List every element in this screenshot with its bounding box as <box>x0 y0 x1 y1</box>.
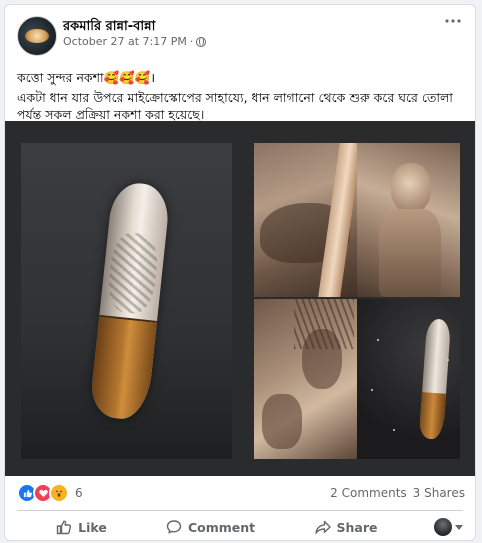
sparkle <box>393 429 395 431</box>
farmer-face <box>391 163 431 213</box>
comment-button[interactable]: Comment <box>146 514 275 540</box>
post-header: রকমারি রান্না-বান্না October 27 at 7:17 … <box>5 5 475 65</box>
collage-harvest[interactable] <box>254 299 357 459</box>
avatar-food-image <box>25 29 49 43</box>
thumbs-up-icon <box>56 519 72 535</box>
reaction-count: 6 <box>75 486 83 500</box>
post-text-line2: একটা ধান যার উপরে মাইক্রোস্কোপের সাহায্য… <box>17 90 453 122</box>
action-divider <box>17 510 463 511</box>
post-card: রকমারি রান্না-বান্না October 27 at 7:17 … <box>4 4 476 541</box>
page-avatar[interactable] <box>17 16 57 56</box>
chevron-down-icon <box>455 524 463 530</box>
post-text: কত্তো সুন্দর নকশা🥰🥰🥰। একটা ধান যার উপরে … <box>17 69 465 126</box>
rice-grain-photo[interactable] <box>21 143 232 459</box>
viewer-avatar <box>434 518 452 536</box>
grain-husk <box>88 314 158 422</box>
share-arrow-icon <box>314 519 331 535</box>
meta-separator: · <box>189 35 194 48</box>
mini-rice-grain <box>418 318 452 440</box>
shares-count[interactable]: 3 Shares <box>413 486 465 500</box>
action-bar: Like Comment Share <box>17 513 463 540</box>
wow-icon <box>49 483 69 503</box>
collage-elephant[interactable] <box>254 143 357 297</box>
post-stats: 2 Comments 3 Shares <box>330 486 465 500</box>
post-media[interactable] <box>5 121 475 476</box>
comments-count[interactable]: 2 Comments <box>330 486 407 500</box>
reactions-summary[interactable]: 6 <box>17 483 83 503</box>
comment-bubble-icon <box>166 519 182 535</box>
comment-label: Comment <box>187 519 256 535</box>
collage-grain[interactable] <box>357 299 460 459</box>
post-meta: October 27 at 7:17 PM · <box>63 35 207 48</box>
post-text-line1: কত্তো সুন্দর নকশা🥰🥰🥰। <box>17 70 156 85</box>
share-label: Share <box>336 519 378 535</box>
like-button[interactable]: Like <box>17 514 146 540</box>
reaction-profile-selector[interactable] <box>417 514 463 540</box>
collage-farmer[interactable] <box>357 143 460 297</box>
sparkle <box>377 339 379 341</box>
globe-icon <box>196 36 207 47</box>
carved-rice-grain <box>88 180 172 422</box>
more-horizontal-icon[interactable] <box>445 19 461 23</box>
carving-detail <box>105 230 160 316</box>
like-label: Like <box>78 519 107 535</box>
farmer-body <box>379 209 441 297</box>
mini-grain-husk <box>418 392 446 440</box>
sparkle <box>371 389 373 391</box>
share-button[interactable]: Share <box>275 514 417 540</box>
sparkle <box>447 359 449 361</box>
worker-figure <box>262 394 302 449</box>
post-timestamp[interactable]: October 27 at 7:17 PM <box>63 35 187 48</box>
harvester-figure <box>302 329 342 389</box>
